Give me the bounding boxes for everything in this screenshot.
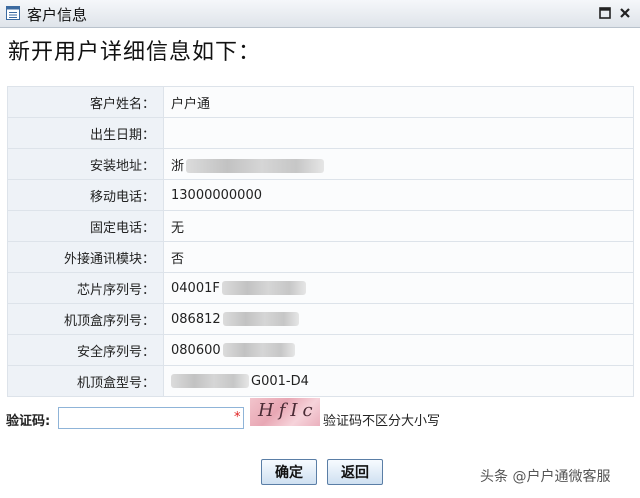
redacted-blur <box>221 281 306 295</box>
field-label: 安全序列号： <box>7 334 164 366</box>
redacted-blur <box>186 159 325 173</box>
field-value-birthdate <box>163 117 634 149</box>
table-row: 移动电话： 13000000000 <box>7 179 634 211</box>
captcha-row: 验证码: * HfIc 验证码不区分大小写 <box>4 398 634 432</box>
field-label: 客户姓名： <box>7 86 164 118</box>
table-row: 出生日期： <box>7 117 634 149</box>
field-value-text: 无 <box>171 220 185 236</box>
field-value-text: 户户通 <box>171 96 211 112</box>
field-value-text: 04001F <box>171 280 220 296</box>
field-value-text: G001-D4 <box>251 373 309 389</box>
redacted-blur <box>222 343 295 357</box>
field-value-text: 080600 <box>171 342 221 358</box>
window-titlebar: 客户信息 <box>0 0 640 28</box>
redacted-blur <box>171 374 249 388</box>
field-value-text: 浙 <box>171 158 185 174</box>
captcha-input[interactable] <box>58 407 244 429</box>
field-label: 安装地址： <box>7 148 164 180</box>
watermark-text: 头条 @户户通微客服 <box>480 469 611 485</box>
captcha-hint: 验证码不区分大小写 <box>323 414 441 429</box>
field-label: 固定电话： <box>7 210 164 242</box>
field-value-mobile: 13000000000 <box>163 179 634 211</box>
field-value-name: 户户通 <box>163 86 634 118</box>
table-row: 机顶盒序列号： 086812 <box>7 303 634 335</box>
customer-info-table: 客户姓名： 户户通 出生日期： 安装地址： 浙 移动电话： 1300000000… <box>7 86 634 397</box>
field-value-security-serial: 080600 <box>163 334 634 366</box>
table-row: 芯片序列号： 04001F <box>7 272 634 304</box>
table-row: 固定电话： 无 <box>7 210 634 242</box>
field-label: 芯片序列号： <box>7 272 164 304</box>
required-mark: * <box>234 410 241 425</box>
field-value-address: 浙 <box>163 148 634 180</box>
captcha-label: 验证码: <box>6 414 51 429</box>
field-value-stb-serial: 086812 <box>163 303 634 335</box>
redacted-blur <box>222 312 299 326</box>
window-form-icon <box>6 6 20 20</box>
page-heading: 新开用户详细信息如下： <box>8 40 262 65</box>
field-label: 机顶盒型号： <box>7 365 164 397</box>
captcha-image-text: HfIc <box>258 400 318 421</box>
field-label: 出生日期： <box>7 117 164 149</box>
window-title: 客户信息 <box>27 6 88 24</box>
back-button[interactable]: 返回 <box>327 459 383 485</box>
field-value-landline: 无 <box>163 210 634 242</box>
field-value-text: 086812 <box>171 311 221 327</box>
table-row: 客户姓名： 户户通 <box>7 86 634 118</box>
field-label: 机顶盒序列号： <box>7 303 164 335</box>
confirm-button[interactable]: 确定 <box>261 459 317 485</box>
close-icon[interactable] <box>618 6 632 20</box>
table-row: 安全序列号： 080600 <box>7 334 634 366</box>
maximize-icon[interactable] <box>598 6 612 20</box>
field-value-comm-module: 否 <box>163 241 634 273</box>
field-value-text: 否 <box>171 251 185 267</box>
field-value-chip-serial: 04001F <box>163 272 634 304</box>
field-value-text: 13000000000 <box>171 187 262 203</box>
table-row: 外接通讯模块： 否 <box>7 241 634 273</box>
captcha-image[interactable]: HfIc <box>250 398 320 426</box>
field-value-stb-model: G001-D4 <box>163 365 634 397</box>
field-label: 移动电话： <box>7 179 164 211</box>
table-row: 安装地址： 浙 <box>7 148 634 180</box>
field-label: 外接通讯模块： <box>7 241 164 273</box>
table-row: 机顶盒型号： G001-D4 <box>7 365 634 397</box>
